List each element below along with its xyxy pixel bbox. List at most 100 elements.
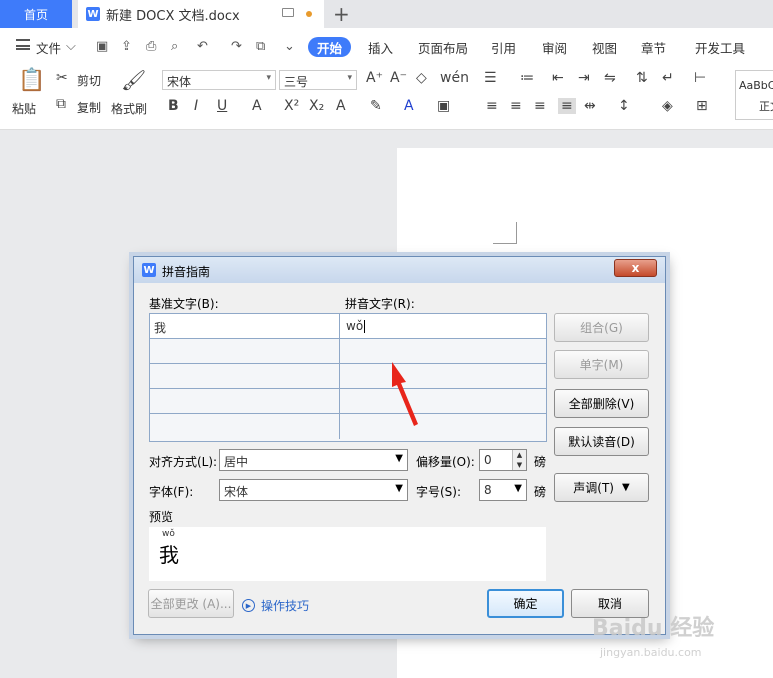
line-spacing-icon[interactable]: ↕ <box>618 98 630 114</box>
ok-button[interactable]: 确定 <box>487 589 564 618</box>
size-select-value: 8 <box>484 483 492 497</box>
decrease-indent-icon[interactable]: ⇤ <box>552 70 564 86</box>
strikethrough-icon[interactable]: A <box>252 98 262 114</box>
text-effect-icon[interactable]: A <box>336 98 346 114</box>
preview-box: wǒ 我 <box>149 527 546 581</box>
ruby-text-cell[interactable] <box>340 414 546 439</box>
export-icon[interactable]: ⇪ <box>121 39 132 54</box>
grow-font-icon[interactable]: A⁺ <box>366 70 383 86</box>
align-right-icon[interactable]: ≡ <box>534 98 546 114</box>
base-text-cell[interactable] <box>150 414 340 439</box>
italic-icon[interactable]: I <box>194 98 198 114</box>
shrink-font-icon[interactable]: A⁻ <box>390 70 407 86</box>
sort-icon[interactable]: ⇅ <box>636 70 648 86</box>
size-select[interactable]: 8 ▼ <box>479 479 527 501</box>
offset-value: 0 <box>484 453 492 467</box>
chevron-down-icon[interactable]: ⌵ <box>66 39 76 54</box>
bullets-icon[interactable]: ☰ <box>484 70 497 86</box>
align-center-icon[interactable]: ≡ <box>510 98 522 114</box>
close-button[interactable]: x <box>614 259 657 277</box>
font-size-combo[interactable]: 三号 <box>279 70 357 90</box>
default-reading-button[interactable]: 默认读音(D) <box>554 427 649 456</box>
home-tab[interactable]: 首页 <box>0 0 72 28</box>
base-text-cell[interactable] <box>150 364 340 389</box>
dropdown-arrow-icon: ▼ <box>395 453 403 464</box>
copy-icon[interactable]: ⧉ <box>56 96 66 112</box>
baidu-watermark-url: jingyan.baidu.com <box>600 646 702 659</box>
borders-icon[interactable]: ⊞ <box>696 98 708 114</box>
paste-icon[interactable]: 📋 <box>18 68 45 93</box>
save-icon[interactable]: ▣ <box>96 39 108 54</box>
tone-button[interactable]: 声调(T) ▼ <box>554 473 649 502</box>
print-preview-icon[interactable]: ⌕ <box>171 39 178 54</box>
tab-start[interactable]: 开始 <box>308 37 351 57</box>
ruby-text-cell[interactable] <box>340 339 546 364</box>
font-name-combo[interactable]: 宋体 <box>162 70 276 90</box>
change-all-button[interactable]: 全部更改 (A)... <box>148 589 234 618</box>
hamburger-icon[interactable] <box>16 39 30 50</box>
paste-button[interactable]: 粘贴 <box>12 100 36 117</box>
numbering-icon[interactable]: ≔ <box>520 70 534 86</box>
justify-icon[interactable]: ≡ <box>558 98 576 114</box>
align-select[interactable]: 居中 ▼ <box>219 449 408 471</box>
preview-label: 预览 <box>149 510 174 524</box>
mono-button[interactable]: 单字(M) <box>554 350 649 379</box>
pinyin-guide-icon[interactable]: wén <box>440 70 469 86</box>
underline-icon[interactable]: U <box>217 98 227 114</box>
offset-spinner[interactable]: 0 ▲ ▼ <box>479 449 527 471</box>
tab-references[interactable]: 引用 <box>491 38 516 57</box>
subscript-icon[interactable]: X₂ <box>309 98 324 114</box>
print-icon[interactable]: ⎙ <box>146 39 156 54</box>
tab-page-layout[interactable]: 页面布局 <box>418 38 468 57</box>
tab-insert[interactable]: 插入 <box>368 38 393 57</box>
file-menu[interactable]: 文件 <box>36 38 61 57</box>
style-preview-text: AaBbC <box>739 79 773 92</box>
increase-indent-icon[interactable]: ⇥ <box>578 70 590 86</box>
ruby-text-cell[interactable]: wǒ <box>340 314 546 339</box>
bold-icon[interactable]: B <box>168 98 179 114</box>
superscript-icon[interactable]: X² <box>284 98 299 114</box>
monitor-icon[interactable] <box>282 8 294 17</box>
copy-button[interactable]: 复制 <box>77 99 101 116</box>
spinner-arrows-icon[interactable]: ▲ ▼ <box>512 450 526 470</box>
clear-all-button[interactable]: 全部删除(V) <box>554 389 649 418</box>
dialog-titlebar[interactable]: W 拼音指南 x <box>134 257 665 283</box>
copy-format-icon[interactable]: ⧉ <box>256 39 265 54</box>
tab-stops-icon[interactable]: ⊢ <box>694 70 706 86</box>
show-marks-icon[interactable]: ↵ <box>662 70 674 86</box>
undo-icon[interactable]: ↶ <box>197 39 208 54</box>
font-select[interactable]: 宋体 ▼ <box>219 479 408 501</box>
cut-button[interactable]: 剪切 <box>77 72 101 89</box>
tab-review[interactable]: 审阅 <box>542 38 567 57</box>
tab-section[interactable]: 章节 <box>641 38 666 57</box>
more-icon[interactable]: ⌄ <box>284 39 295 54</box>
font-color-icon[interactable]: A <box>404 98 414 114</box>
format-painter-icon[interactable]: 🖌 <box>121 68 146 92</box>
clear-format-icon[interactable]: ◇ <box>416 70 427 86</box>
ruby-text-cell[interactable] <box>340 389 546 414</box>
align-left-icon[interactable]: ≡ <box>486 98 498 114</box>
format-painter-button[interactable]: 格式刷 <box>111 100 147 117</box>
base-text-cell[interactable] <box>150 389 340 414</box>
group-button[interactable]: 组合(G) <box>554 313 649 342</box>
text-caret <box>364 320 366 333</box>
ribbon: 📋 粘贴 ✂ 剪切 ⧉ 复制 🖌 格式刷 宋体 三号 A⁺ A⁻ ◇ wén B… <box>0 64 773 130</box>
cut-icon[interactable]: ✂ <box>56 70 68 86</box>
ruby-text-cell[interactable] <box>340 364 546 389</box>
shading-icon[interactable]: ◈ <box>662 98 673 114</box>
distribute-icon[interactable]: ⇹ <box>584 98 596 114</box>
style-normal[interactable]: AaBbC 正文 <box>735 70 773 120</box>
char-border-icon[interactable]: ▣ <box>437 98 450 114</box>
chinese-layout-icon[interactable]: ⇋ <box>604 70 616 86</box>
tab-developer[interactable]: 开发工具 <box>695 38 745 57</box>
document-tab[interactable]: W 新建 DOCX 文档.docx <box>78 0 324 28</box>
redo-icon[interactable]: ↷ <box>231 39 242 54</box>
base-text-cell[interactable]: 我 <box>150 314 340 339</box>
new-tab-button[interactable]: + <box>333 2 350 26</box>
ruby-text-label: 拼音文字(R): <box>345 297 415 311</box>
highlight-icon[interactable]: ✎ <box>370 98 382 114</box>
tips-link[interactable]: ▶ 操作技巧 <box>242 597 309 614</box>
tab-view[interactable]: 视图 <box>592 38 617 57</box>
play-icon: ▶ <box>242 599 255 612</box>
base-text-cell[interactable] <box>150 339 340 364</box>
